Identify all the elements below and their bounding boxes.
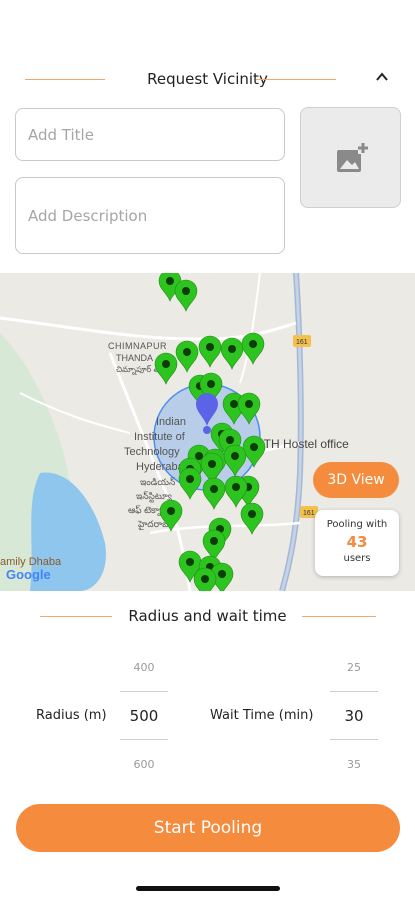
- wait-prev-option[interactable]: 25: [330, 661, 378, 674]
- add-photo-icon: [337, 142, 368, 172]
- picker-divider: [330, 739, 378, 740]
- request-vicinity-header: Request Vicinity: [0, 65, 415, 95]
- user-location-pin[interactable]: [178, 467, 202, 500]
- user-location-pin[interactable]: [220, 337, 244, 370]
- radius-value[interactable]: 500: [120, 707, 168, 725]
- add-image-button[interactable]: [300, 107, 401, 208]
- start-pooling-button[interactable]: Start Pooling: [16, 804, 400, 852]
- radius-label: Radius (m): [36, 708, 107, 723]
- radius-next-option[interactable]: 600: [120, 758, 168, 771]
- request-vicinity-title: Request Vicinity: [147, 70, 268, 88]
- user-location-pin[interactable]: [159, 499, 183, 532]
- user-location-pin[interactable]: [198, 335, 222, 368]
- header-divider-right: [302, 616, 376, 617]
- title-placeholder: Add Title: [28, 126, 94, 144]
- wait-time-label: Wait Time (min): [210, 708, 314, 723]
- user-location-pin[interactable]: [242, 435, 266, 468]
- picker-divider: [120, 691, 168, 692]
- user-location-pin[interactable]: [193, 567, 217, 591]
- home-indicator[interactable]: [136, 886, 280, 891]
- user-location-pin[interactable]: [224, 475, 248, 508]
- user-location-pin[interactable]: [202, 477, 226, 510]
- pooling-suffix: users: [343, 553, 371, 564]
- pooling-count: 43: [346, 533, 368, 551]
- description-input[interactable]: Add Description: [15, 177, 285, 254]
- user-location-pin[interactable]: [240, 502, 264, 535]
- header-divider-right: [256, 79, 336, 80]
- pooling-prefix: Pooling with: [326, 519, 388, 530]
- chevron-up-icon[interactable]: [375, 70, 389, 84]
- user-location-pin[interactable]: [241, 332, 265, 365]
- radius-prev-option[interactable]: 400: [120, 661, 168, 674]
- wait-time-value[interactable]: 30: [330, 707, 378, 725]
- user-location-pin[interactable]: [237, 392, 261, 425]
- pooling-count-card: Pooling with 43 users: [315, 510, 399, 576]
- description-placeholder: Add Description: [28, 207, 148, 225]
- user-location-pin[interactable]: [174, 279, 198, 312]
- title-input[interactable]: Add Title: [15, 108, 285, 161]
- user-location-pin[interactable]: [223, 444, 247, 477]
- radius-wait-header: Radius and wait time: [0, 602, 415, 632]
- picker-divider: [330, 691, 378, 692]
- user-location-pin[interactable]: [175, 340, 199, 373]
- user-location-pin[interactable]: [154, 352, 178, 385]
- 3d-view-button[interactable]: 3D View: [313, 462, 399, 498]
- picker-divider: [120, 739, 168, 740]
- wait-next-option[interactable]: 35: [330, 758, 378, 771]
